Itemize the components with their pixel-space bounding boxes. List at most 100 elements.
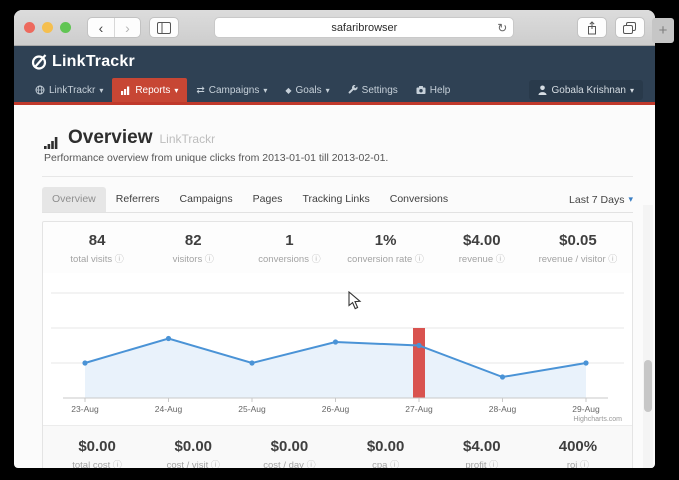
svg-text:26-Aug: 26-Aug: [322, 404, 350, 414]
history-nav: ‹ ›: [87, 17, 141, 38]
back-icon: ‹: [99, 20, 104, 36]
zoom-window-button[interactable]: [60, 22, 71, 33]
highcharts-credit: Highcharts.com: [573, 416, 622, 423]
info-icon[interactable]: ⓘ: [113, 460, 122, 468]
nav-label: Campaigns: [209, 85, 260, 96]
shuffle-icon: ⇄: [196, 85, 204, 96]
stat-cpa: $0.00 cpa ⓘ: [338, 438, 434, 468]
stat-conversion-rate: 1% conversion rate ⓘ: [338, 232, 434, 265]
stat-roi: 400% roi ⓘ: [530, 438, 626, 468]
wrench-icon: [348, 85, 358, 95]
svg-text:28-Aug: 28-Aug: [489, 404, 517, 414]
info-icon[interactable]: ⓘ: [205, 254, 214, 264]
window-controls: [24, 22, 71, 33]
info-icon[interactable]: ⓘ: [115, 254, 124, 264]
info-icon[interactable]: ⓘ: [307, 460, 316, 468]
caret-down-icon: ▾: [630, 86, 634, 95]
nav-label: Reports: [135, 85, 170, 96]
stat-revenue-per-visitor: $0.05 revenue / visitor ⓘ: [530, 232, 626, 265]
tab-campaigns[interactable]: Campaigns: [170, 187, 243, 212]
caret-down-icon: ▾: [263, 86, 267, 95]
nav-item-reports[interactable]: Reports ▾: [112, 78, 187, 102]
site-header: LinkTrackr: [14, 46, 655, 78]
svg-text:23-Aug: 23-Aug: [71, 404, 99, 414]
svg-text:27-Aug: 27-Aug: [405, 404, 433, 414]
linktrackr-logo-icon: [30, 53, 48, 71]
stat-visitors: 82 visitors ⓘ: [145, 232, 241, 265]
date-range-dropdown[interactable]: Last 7 Days ▾: [569, 194, 633, 206]
caret-down-icon: ▾: [99, 86, 103, 95]
caret-down-icon: ▾: [174, 86, 178, 95]
tabs-row: Overview Referrers Campaigns Pages Track…: [42, 187, 633, 213]
nav-item-campaigns[interactable]: ⇄ Campaigns ▾: [187, 78, 276, 102]
close-window-button[interactable]: [24, 22, 35, 33]
page-subtitle: Performance overview from unique clicks …: [44, 152, 633, 164]
user-menu[interactable]: Gobala Krishnan ▾: [529, 80, 643, 100]
title-block: Overview LinkTrackr Performance overview…: [42, 119, 633, 177]
caret-down-icon: ▾: [628, 194, 633, 205]
help-camera-icon: [416, 85, 426, 95]
page-title-suffix: LinkTrackr: [160, 132, 216, 146]
caret-down-icon: ▾: [326, 86, 330, 95]
stat-total-visits: 84 total visits ⓘ: [49, 232, 145, 265]
goal-diamond-icon: ◆: [285, 86, 291, 95]
stats-row-top: 84 total visits ⓘ 82 visitors ⓘ 1 conver…: [43, 222, 632, 273]
info-icon[interactable]: ⓘ: [390, 460, 399, 468]
visits-chart[interactable]: 23-Aug 24-Aug 25-Aug 26-Aug 27-Aug 28-Aug 29-A…: [43, 273, 632, 425]
info-icon[interactable]: ⓘ: [211, 460, 220, 468]
stat-cost-per-day: $0.00 cost / day ⓘ: [241, 438, 337, 468]
info-icon[interactable]: ⓘ: [489, 460, 498, 468]
stat-cost-per-visit: $0.00 cost / visit ⓘ: [145, 438, 241, 468]
tabs-overview-button[interactable]: [615, 17, 645, 38]
tab-overview[interactable]: Overview: [42, 187, 106, 212]
nav-label: Help: [430, 85, 451, 96]
plus-icon: +: [659, 22, 668, 39]
globe-icon: [35, 85, 45, 95]
page-content: Overview LinkTrackr Performance overview…: [14, 105, 655, 468]
stat-conversions: 1 conversions ⓘ: [241, 232, 337, 265]
scrollbar-thumb[interactable]: [644, 360, 652, 412]
refresh-icon[interactable]: ↻: [497, 21, 507, 35]
info-icon[interactable]: ⓘ: [312, 254, 321, 264]
info-icon[interactable]: ⓘ: [496, 254, 505, 264]
url-text: safaribrowser: [331, 22, 397, 34]
page-scrollbar[interactable]: [643, 205, 653, 468]
overview-panel: 84 total visits ⓘ 82 visitors ⓘ 1 conver…: [42, 221, 633, 468]
info-icon[interactable]: ⓘ: [608, 254, 617, 264]
nav-item-linktrackr[interactable]: LinkTrackr ▾: [26, 78, 112, 102]
nav-item-goals[interactable]: ◆ Goals ▾: [276, 78, 338, 102]
forward-button[interactable]: ›: [114, 18, 140, 37]
info-icon[interactable]: ⓘ: [415, 254, 424, 264]
date-range-label: Last 7 Days: [569, 194, 624, 206]
bar-chart-icon: [121, 85, 131, 95]
svg-text:24-Aug: 24-Aug: [155, 404, 183, 414]
share-button[interactable]: [577, 17, 607, 38]
tab-referrers[interactable]: Referrers: [106, 187, 170, 212]
brand-logo[interactable]: LinkTrackr: [30, 53, 135, 71]
browser-toolbar: ‹ › safaribrowser ↻: [14, 10, 655, 46]
tab-conversions[interactable]: Conversions: [380, 187, 458, 212]
svg-text:25-Aug: 25-Aug: [238, 404, 266, 414]
tab-tracking-links[interactable]: Tracking Links: [292, 187, 379, 212]
back-button[interactable]: ‹: [88, 18, 114, 37]
toolbar-right: [577, 17, 645, 38]
new-tab-button[interactable]: +: [652, 18, 674, 43]
nav-item-help[interactable]: Help: [407, 78, 460, 102]
tabs-icon: [623, 22, 636, 34]
svg-text:29-Aug: 29-Aug: [572, 404, 600, 414]
forward-icon: ›: [125, 20, 130, 36]
stat-revenue: $4.00 revenue ⓘ: [434, 232, 530, 265]
sidebar-icon: [157, 22, 171, 34]
mouse-cursor: [348, 291, 362, 310]
nav-label: Goals: [296, 85, 322, 96]
address-bar[interactable]: safaribrowser ↻: [214, 17, 514, 38]
main-nav: LinkTrackr ▾ Reports ▾ ⇄ Campaigns ▾ ◆ G…: [14, 78, 655, 105]
nav-item-settings[interactable]: Settings: [339, 78, 407, 102]
info-icon[interactable]: ⓘ: [580, 460, 589, 468]
sidebar-button[interactable]: [149, 17, 179, 38]
tab-pages[interactable]: Pages: [243, 187, 293, 212]
minimize-window-button[interactable]: [42, 22, 53, 33]
share-icon: [586, 21, 598, 35]
browser-window: ‹ › safaribrowser ↻ LinkTrackr LinkT: [14, 10, 655, 468]
user-icon: [538, 85, 547, 95]
